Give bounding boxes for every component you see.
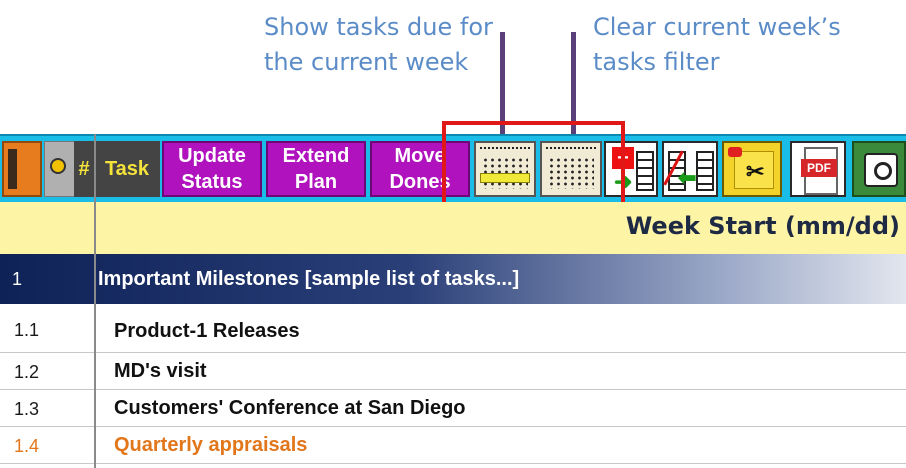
task-column-header: Task [94,141,160,197]
number-column-header: # [74,141,94,197]
task-row[interactable]: 1.3 Customers' Conference at San Diego [0,390,906,427]
task-name: Customers' Conference at San Diego [114,397,466,419]
orange-block-icon[interactable] [2,141,42,197]
column-icon-2 [696,151,714,191]
task-name: Quarterly appraisals [114,434,308,456]
task-row[interactable]: 1.4 Quarterly appraisals [0,427,906,464]
gear-icon [50,158,66,174]
task-number: 1.4 [14,436,40,456]
task-number: 1.1 [14,320,40,340]
milestone-group-row[interactable]: 1 Important Milestones [sample list of t… [0,254,906,304]
highlight-box [442,121,625,210]
milestone-title: Important Milestones [sample list of tas… [98,268,520,290]
export-pdf-button[interactable]: PDF [790,141,846,197]
red-tab-icon [728,147,742,157]
callout-clear-week: Clear current week’s tasks filter [593,13,841,76]
task-number: 1.2 [14,362,40,382]
callout-show-week: Show tasks due for the current week [264,13,493,76]
cut-tasks-button[interactable]: ✂ [722,141,782,197]
extend-plan-button[interactable]: Extend Plan [266,141,366,197]
column-divider [94,134,96,468]
arrow-left-icon: ⬅ [678,165,697,190]
remove-column-button[interactable]: ⬅ [662,141,718,197]
task-row[interactable]: 1.2 MD's visit [0,353,906,390]
camera-icon [864,153,898,187]
milestone-number: 1 [12,269,23,289]
update-status-button[interactable]: Update Status [162,141,262,197]
pdf-icon: PDF [801,159,837,177]
week-start-row: Week Start (mm/dd) [0,202,906,255]
week-start-label: Week Start (mm/dd) [625,212,900,240]
task-name: MD's visit [114,360,207,382]
task-number: 1.3 [14,399,40,419]
snapshot-button[interactable] [852,141,906,197]
scissors-icon: ✂ [746,159,765,184]
column-icon [636,151,654,191]
task-name: Product-1 Releases [114,320,300,342]
task-row[interactable]: 1.1 Product-1 Releases [0,306,906,353]
